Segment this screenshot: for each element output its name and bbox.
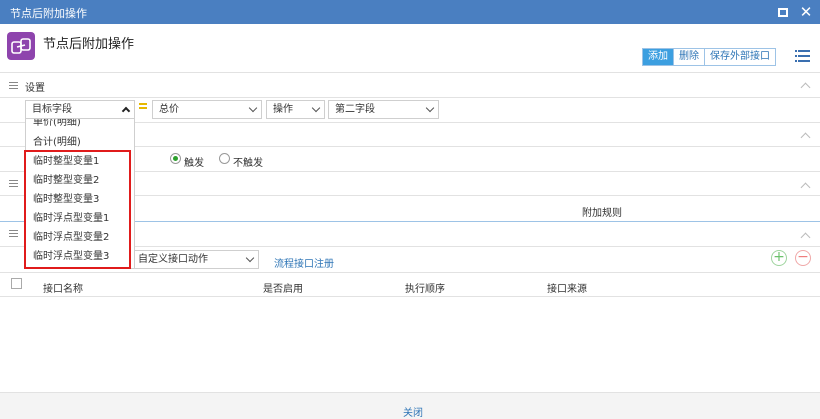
collapse-icon[interactable] <box>801 131 811 141</box>
operation-value: 操作 <box>273 104 293 115</box>
toolbar: 添加 删除 保存外部接口 <box>642 48 776 66</box>
drag-handle-icon[interactable] <box>9 180 18 189</box>
drag-handle-icon[interactable] <box>9 230 18 239</box>
total-field-select[interactable]: 总价 <box>152 100 262 119</box>
list-menu-icon[interactable] <box>795 49 811 63</box>
chevron-down-icon <box>311 103 321 113</box>
remove-circle-icon[interactable]: − <box>795 250 811 266</box>
custom-action-value: 自定义接口动作 <box>138 254 208 265</box>
second-field-select[interactable]: 第二字段 <box>328 100 439 119</box>
equals-icon <box>139 103 147 111</box>
add-circle-icon[interactable]: + <box>771 250 787 266</box>
highlight-annotation-box <box>24 150 131 269</box>
operation-select[interactable]: 操作 <box>266 100 325 119</box>
target-field-value: 目标字段 <box>32 104 72 115</box>
divider <box>0 272 820 273</box>
second-field-value: 第二字段 <box>335 104 375 115</box>
drag-handle-icon[interactable] <box>9 82 18 91</box>
no-trigger-radio[interactable] <box>219 153 230 164</box>
divider <box>0 296 820 297</box>
settings-section-label: 设置 <box>25 83 45 94</box>
add-button[interactable]: 添加 <box>643 49 674 65</box>
execution-order-header: 执行顺序 <box>405 284 445 295</box>
divider <box>0 97 820 98</box>
trigger-radio[interactable] <box>170 153 181 164</box>
app-logo-icon <box>7 32 35 60</box>
rules-column-header: 附加规则 <box>582 208 622 219</box>
trigger-radio-label: 触发 <box>184 158 204 169</box>
chevron-down-icon <box>245 253 255 263</box>
target-field-select[interactable]: 目标字段 <box>25 100 135 119</box>
settings-section-header[interactable]: 设置 <box>0 73 820 97</box>
chevron-down-icon <box>425 103 435 113</box>
register-interface-link[interactable]: 流程接口注册 <box>274 255 334 270</box>
window-title: 节点后附加操作 <box>10 7 87 20</box>
delete-button[interactable]: 删除 <box>674 49 705 65</box>
custom-action-select[interactable]: 自定义接口动作 <box>131 250 259 269</box>
save-external-interface-button[interactable]: 保存外部接口 <box>705 49 775 65</box>
chevron-down-icon <box>248 103 258 113</box>
window-titlebar: 节点后附加操作 ✕ <box>0 0 820 24</box>
collapse-icon[interactable] <box>801 181 811 191</box>
no-trigger-radio-label: 不触发 <box>233 158 263 169</box>
interface-source-header: 接口来源 <box>547 284 587 295</box>
chevron-up-icon <box>121 106 131 116</box>
enabled-header: 是否启用 <box>263 284 303 295</box>
collapse-icon[interactable] <box>801 81 811 91</box>
close-icon[interactable]: ✕ <box>797 3 815 21</box>
collapse-icon[interactable] <box>801 231 811 241</box>
maximize-icon[interactable] <box>774 3 792 21</box>
dropdown-option[interactable]: 单价(明细) <box>33 119 81 131</box>
dropdown-option[interactable]: 合计(明细) <box>33 135 81 151</box>
total-field-value: 总价 <box>159 104 179 115</box>
select-all-checkbox[interactable] <box>11 278 22 289</box>
page-title: 节点后附加操作 <box>43 37 135 52</box>
close-button[interactable]: 关闭 <box>403 404 423 419</box>
interface-name-header: 接口名称 <box>43 284 83 295</box>
footer-bar: 关闭 <box>0 392 820 419</box>
